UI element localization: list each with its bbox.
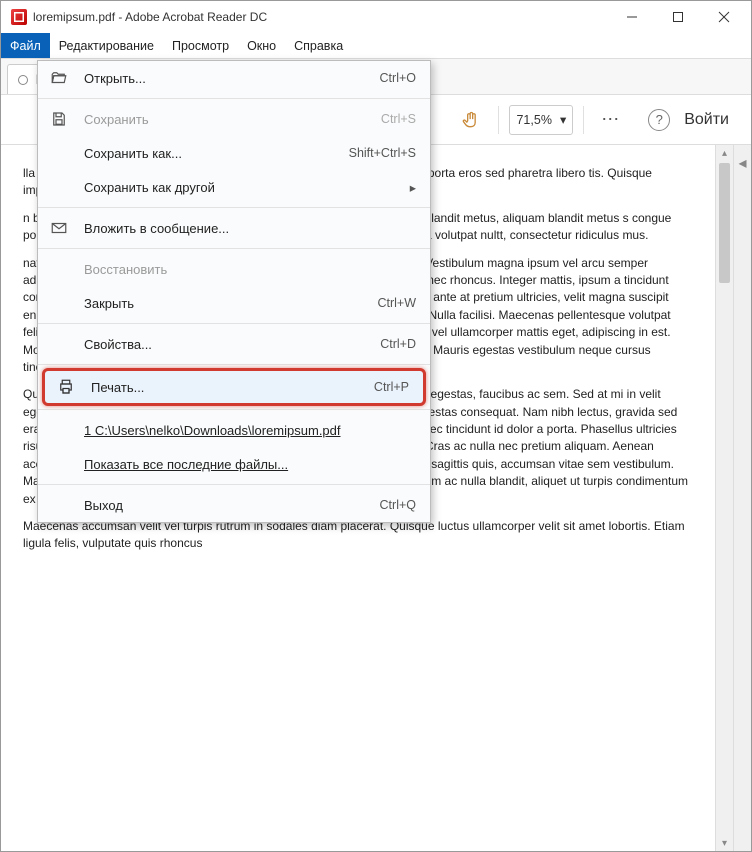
signin-area: ? Войти xyxy=(634,109,743,131)
menu-open-label: Открыть... xyxy=(84,71,380,86)
scroll-up-icon[interactable]: ▴ xyxy=(716,145,733,161)
menu-save: Сохранить Ctrl+S xyxy=(38,102,430,136)
menu-open-shortcut: Ctrl+O xyxy=(380,71,416,85)
menu-close-label: Закрыть xyxy=(84,296,377,311)
tools-pane-toggle[interactable]: ◂ xyxy=(733,145,751,851)
menu-revert-label: Восстановить xyxy=(84,262,416,277)
menu-close-shortcut: Ctrl+W xyxy=(377,296,416,310)
signin-button[interactable]: Войти xyxy=(684,111,729,129)
printer-icon xyxy=(55,376,77,398)
zoom-value: 71,5% xyxy=(516,113,551,127)
help-icon[interactable]: ? xyxy=(648,109,670,131)
menu-properties[interactable]: Свойства... Ctrl+D xyxy=(38,327,430,361)
menu-save-as-other-label: Сохранить как другой xyxy=(84,180,410,195)
scroll-down-icon[interactable]: ▾ xyxy=(716,835,733,851)
menu-edit[interactable]: Редактирование xyxy=(50,33,163,58)
menu-save-as[interactable]: Сохранить как... Shift+Ctrl+S xyxy=(38,136,430,170)
menu-print-shortcut: Ctrl+P xyxy=(374,380,409,394)
menu-save-as-other[interactable]: Сохранить как другой ▸ xyxy=(38,170,430,204)
menu-save-as-shortcut: Shift+Ctrl+S xyxy=(349,146,416,160)
menu-properties-shortcut: Ctrl+D xyxy=(380,337,416,351)
menu-exit-label: Выход xyxy=(84,498,380,513)
titlebar: loremipsum.pdf - Adobe Acrobat Reader DC xyxy=(1,1,751,33)
minimize-button[interactable] xyxy=(609,1,655,33)
zoom-select[interactable]: 71,5% ▾ xyxy=(509,105,573,135)
menubar: Файл Редактирование Просмотр Окно Справк… xyxy=(1,33,751,59)
menu-help[interactable]: Справка xyxy=(285,33,352,58)
menu-recent-1-label: 1 C:\Users\nelko\Downloads\loremipsum.pd… xyxy=(84,423,416,438)
menu-exit[interactable]: Выход Ctrl+Q xyxy=(38,488,430,522)
more-tools-button[interactable]: ⋯ xyxy=(594,103,628,137)
mail-icon xyxy=(48,217,70,239)
menu-print[interactable]: Печать... Ctrl+P xyxy=(42,368,426,406)
chevron-left-icon: ◂ xyxy=(738,153,746,173)
maximize-button[interactable] xyxy=(655,1,701,33)
file-menu-dropdown: Открыть... Ctrl+O Сохранить Ctrl+S Сохра… xyxy=(37,60,431,523)
menu-save-as-label: Сохранить как... xyxy=(84,146,349,161)
save-icon xyxy=(48,108,70,130)
tab-indicator-icon xyxy=(18,75,28,85)
chevron-right-icon: ▸ xyxy=(410,180,416,195)
menu-revert: Восстановить xyxy=(38,252,430,286)
window-title: loremipsum.pdf - Adobe Acrobat Reader DC xyxy=(33,10,267,24)
menu-exit-shortcut: Ctrl+Q xyxy=(380,498,416,512)
menu-attach-email-label: Вложить в сообщение... xyxy=(84,221,416,236)
scrollbar-thumb[interactable] xyxy=(719,163,730,283)
folder-open-icon xyxy=(48,67,70,89)
app-icon xyxy=(11,9,27,25)
menu-show-recent[interactable]: Показать все последние файлы... xyxy=(38,447,430,481)
menu-window[interactable]: Окно xyxy=(238,33,285,58)
menu-save-label: Сохранить xyxy=(84,112,381,127)
menu-recent-1[interactable]: 1 C:\Users\nelko\Downloads\loremipsum.pd… xyxy=(38,413,430,447)
close-button[interactable] xyxy=(701,1,747,33)
paragraph: Maecenas accumsan velit vel turpis rutru… xyxy=(23,518,693,553)
menu-save-shortcut: Ctrl+S xyxy=(381,112,416,126)
menu-print-label: Печать... xyxy=(91,380,374,395)
menu-open[interactable]: Открыть... Ctrl+O xyxy=(38,61,430,95)
menu-show-recent-label: Показать все последние файлы... xyxy=(84,457,416,472)
vertical-scrollbar[interactable]: ▴ ▾ xyxy=(715,145,733,851)
menu-attach-email[interactable]: Вложить в сообщение... xyxy=(38,211,430,245)
menu-properties-label: Свойства... xyxy=(84,337,380,352)
app-window: loremipsum.pdf - Adobe Acrobat Reader DC… xyxy=(0,0,752,852)
chevron-down-icon: ▾ xyxy=(560,112,566,127)
menu-view[interactable]: Просмотр xyxy=(163,33,238,58)
menu-file[interactable]: Файл xyxy=(1,33,50,58)
menu-close[interactable]: Закрыть Ctrl+W xyxy=(38,286,430,320)
hand-tool-button[interactable] xyxy=(454,103,488,137)
